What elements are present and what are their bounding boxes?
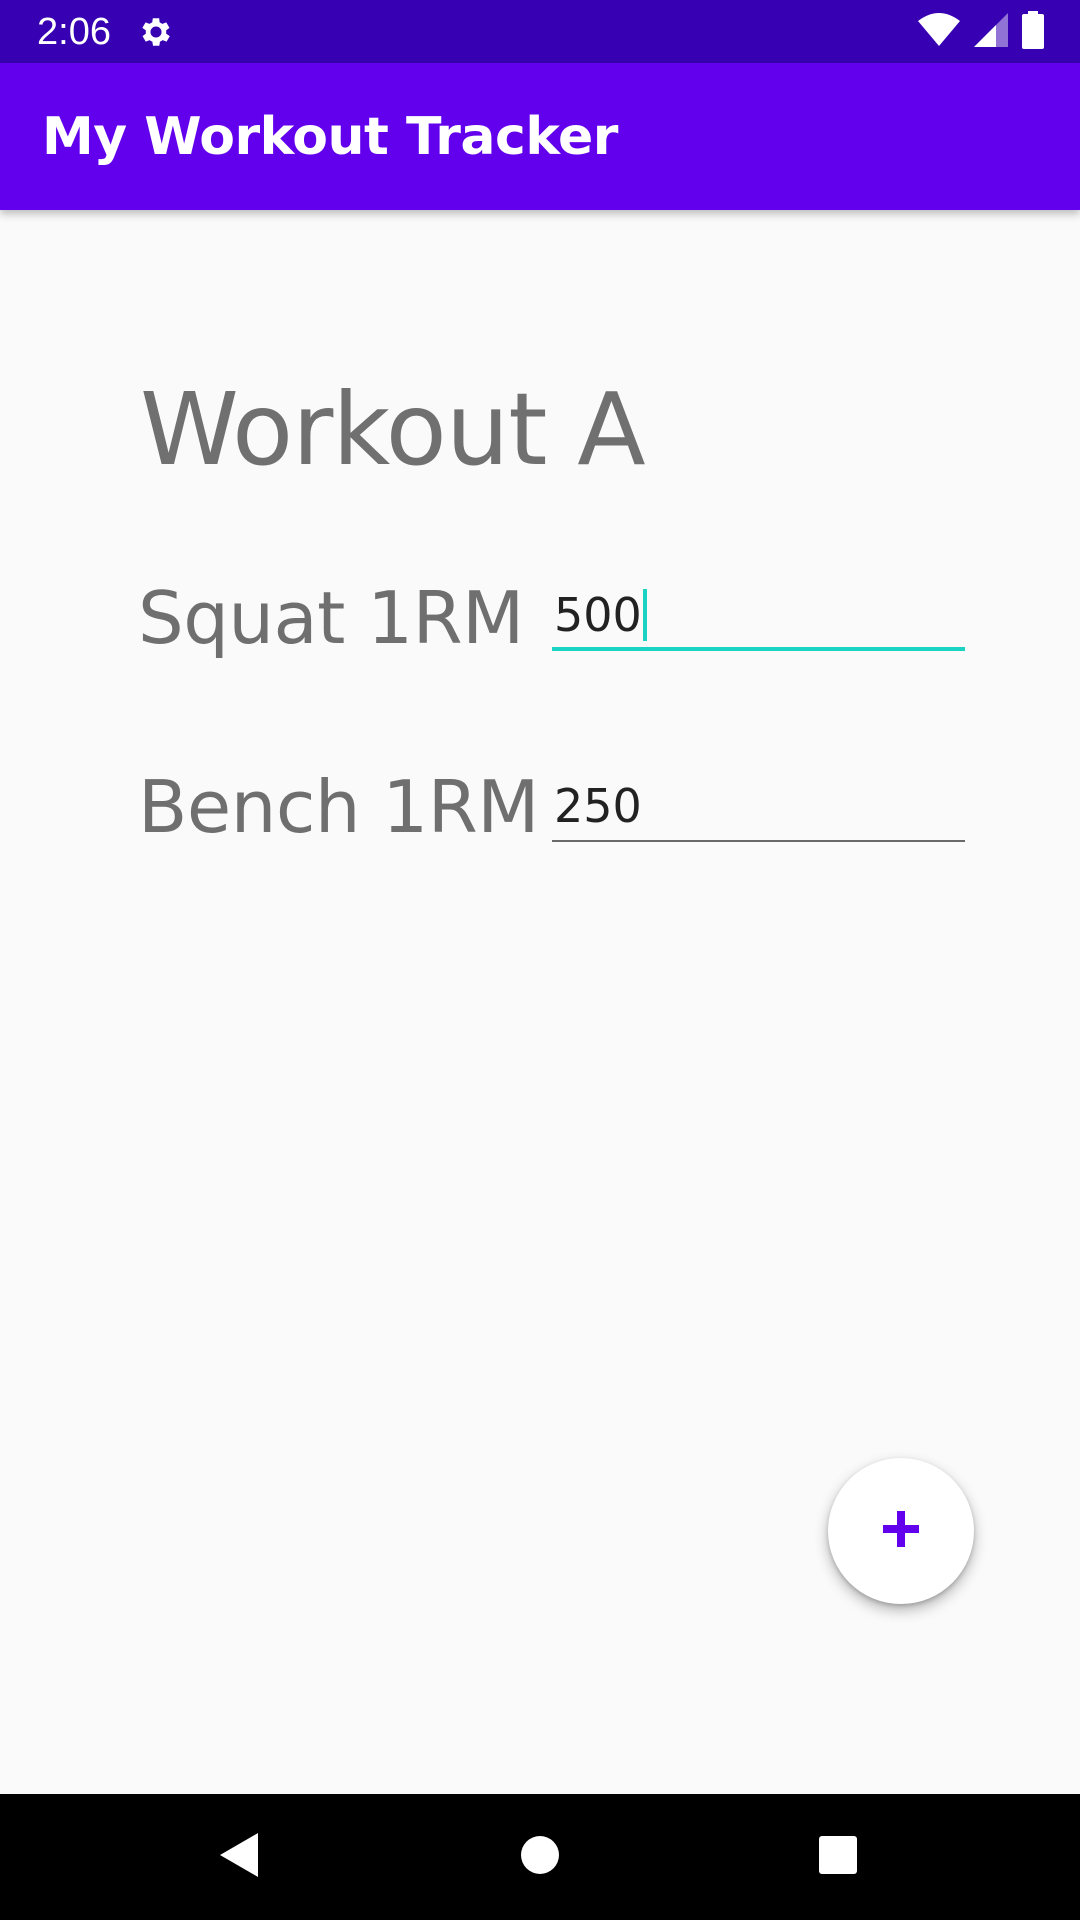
squat-1rm-value: 500 [554, 588, 642, 642]
home-button[interactable] [510, 1827, 570, 1887]
navigation-bar [0, 1794, 1080, 1920]
recents-icon [818, 1835, 858, 1880]
home-icon [520, 1835, 560, 1880]
status-icons [918, 10, 1044, 54]
plus-icon [883, 1510, 919, 1552]
bench-label: Bench 1RM [138, 765, 539, 849]
text-cursor [642, 589, 647, 641]
squat-1rm-input[interactable]: 500 [552, 585, 965, 651]
bench-1rm-value: 250 [554, 779, 642, 833]
gear-icon [137, 13, 175, 51]
bench-1rm-input[interactable]: 250 [552, 776, 965, 842]
wifi-icon [918, 12, 960, 52]
back-icon [218, 1831, 262, 1884]
workout-title: Workout A [140, 371, 646, 488]
back-button[interactable] [210, 1827, 270, 1887]
add-button[interactable] [828, 1458, 974, 1604]
recents-button[interactable] [808, 1827, 868, 1887]
status-time: 2:06 [37, 11, 111, 53]
status-bar: 2:06 [0, 0, 1080, 63]
squat-label: Squat 1RM [138, 576, 524, 660]
signal-icon [974, 12, 1008, 52]
app-title: My Workout Tracker [42, 107, 618, 167]
app-bar: My Workout Tracker [0, 63, 1080, 210]
battery-icon [1022, 10, 1044, 54]
